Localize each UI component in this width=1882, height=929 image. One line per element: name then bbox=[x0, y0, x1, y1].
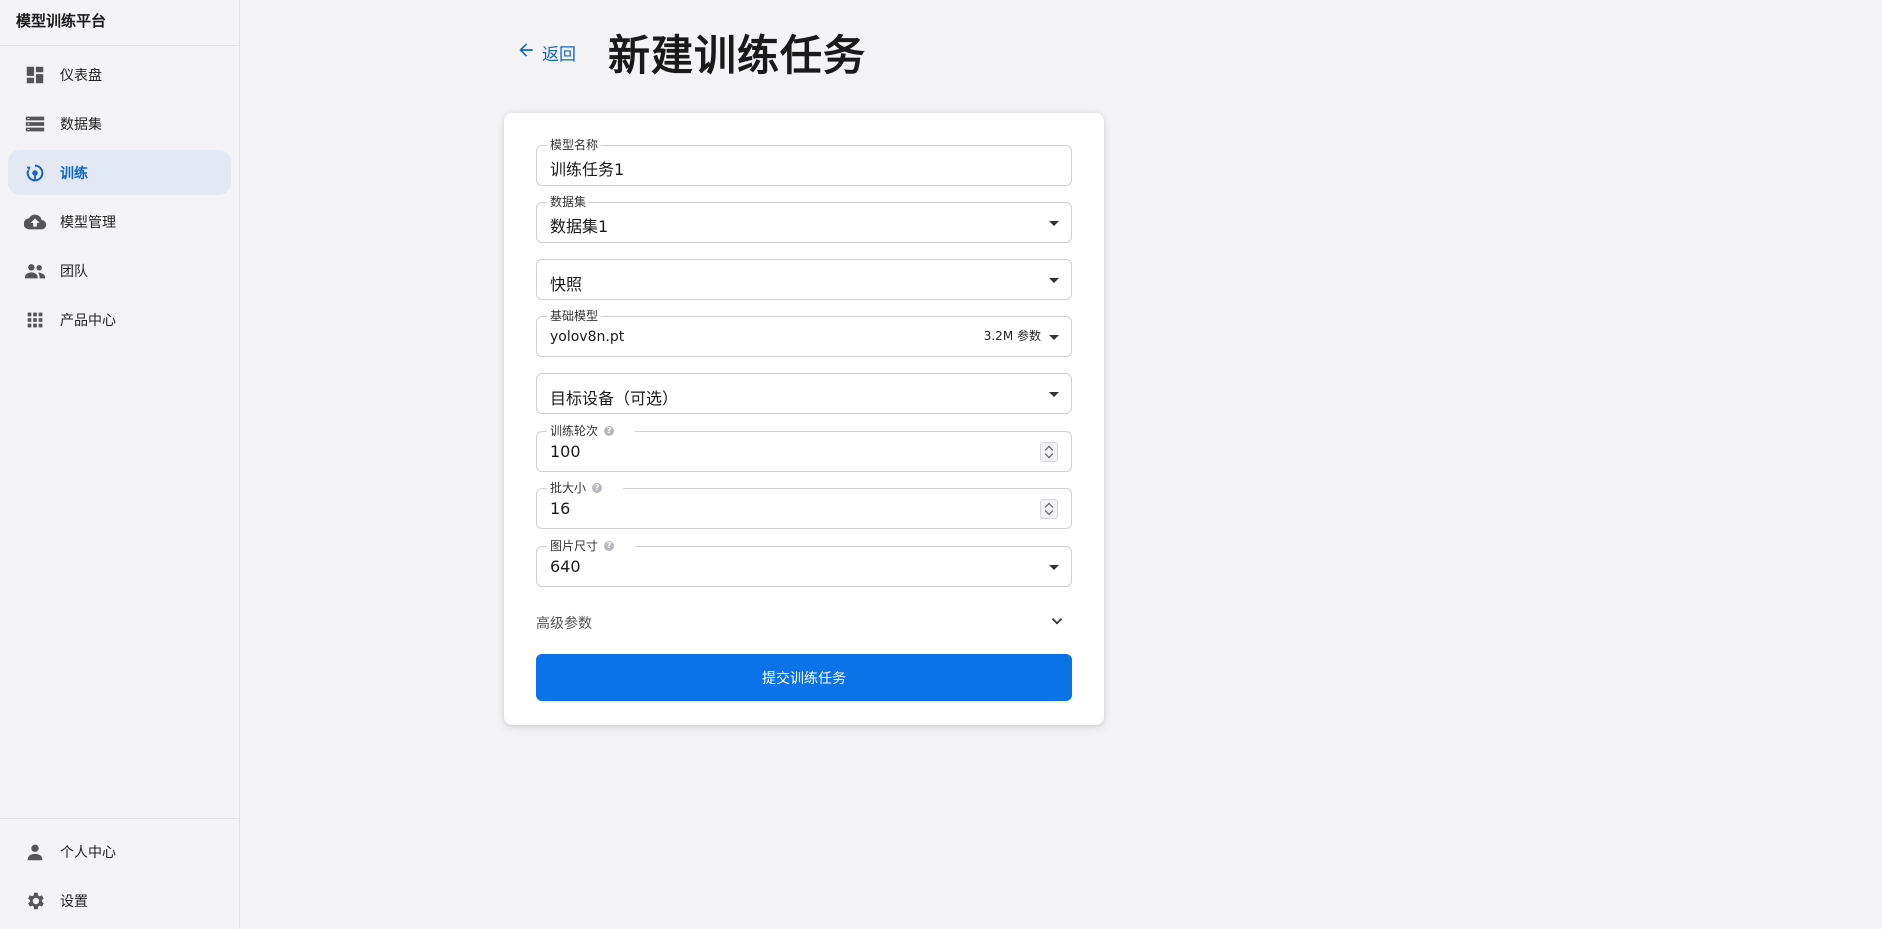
sidebar-item-label: 模型管理 bbox=[60, 214, 116, 231]
help-icon[interactable]: ? bbox=[604, 541, 615, 551]
sidebar-nav: 仪表盘 数据集 训练 模型管理 团队 产品中心 bbox=[0, 46, 239, 342]
image-size-select[interactable]: 图片尺寸 ? 640 bbox=[536, 538, 1072, 587]
image-size-label-wrap: 图片尺寸 ? bbox=[547, 538, 636, 554]
number-stepper-icon[interactable] bbox=[1040, 499, 1058, 519]
dataset-select[interactable]: 数据集 数据集1 bbox=[536, 194, 1072, 243]
batch-size-field[interactable]: 批大小 ? 16 bbox=[536, 480, 1072, 529]
sidebar-item-label: 产品中心 bbox=[60, 312, 116, 329]
dropdown-caret-icon bbox=[1049, 221, 1059, 226]
sidebar: 模型训练平台 仪表盘 数据集 训练 模型管理 团队 产品中心 个人中心 设置 bbox=[0, 0, 240, 929]
sidebar-item-label: 数据集 bbox=[60, 116, 102, 133]
epochs-input[interactable]: 100 bbox=[550, 442, 581, 461]
sidebar-item-label: 设置 bbox=[60, 893, 88, 910]
epochs-label-wrap: 训练轮次 ? bbox=[547, 423, 636, 439]
base-model-label: 基础模型 bbox=[547, 308, 602, 324]
app-title: 模型训练平台 bbox=[0, 0, 239, 46]
submit-training-button[interactable]: 提交训练任务 bbox=[536, 654, 1072, 701]
sidebar-item-dataset[interactable]: 数据集 bbox=[8, 101, 231, 146]
dropdown-caret-icon bbox=[1049, 392, 1059, 397]
base-model-params-note: 3.2M 参数 bbox=[983, 329, 1041, 343]
sidebar-item-product-center[interactable]: 产品中心 bbox=[8, 297, 231, 342]
sidebar-item-label: 团队 bbox=[60, 263, 88, 280]
dashboard-icon bbox=[24, 64, 46, 86]
number-stepper-icon[interactable] bbox=[1040, 442, 1058, 462]
epochs-label: 训练轮次 bbox=[550, 424, 599, 438]
person-icon bbox=[24, 841, 46, 863]
sidebar-item-label: 训练 bbox=[60, 165, 88, 182]
gear-icon bbox=[24, 890, 46, 912]
cloud-upload-icon bbox=[24, 211, 46, 233]
sidebar-item-settings[interactable]: 设置 bbox=[8, 878, 231, 923]
snapshot-select[interactable]: 快照 bbox=[536, 259, 1072, 300]
sidebar-item-label: 仪表盘 bbox=[60, 67, 102, 84]
help-icon[interactable]: ? bbox=[604, 426, 615, 436]
training-icon bbox=[24, 162, 46, 184]
model-name-label: 模型名称 bbox=[547, 137, 602, 153]
sidebar-item-model-management[interactable]: 模型管理 bbox=[8, 199, 231, 244]
sidebar-bottom-nav: 个人中心 设置 bbox=[0, 818, 239, 929]
batch-size-input[interactable]: 16 bbox=[550, 499, 570, 518]
model-name-input[interactable]: 训练任务1 bbox=[550, 156, 624, 180]
advanced-params-toggle[interactable]: 高级参数 bbox=[536, 611, 1072, 635]
target-device-select[interactable]: 目标设备（可选） bbox=[536, 373, 1072, 414]
batch-size-label: 批大小 bbox=[550, 481, 587, 495]
dropdown-caret-icon bbox=[1049, 278, 1059, 283]
sidebar-item-profile[interactable]: 个人中心 bbox=[8, 829, 231, 874]
back-link[interactable]: 返回 bbox=[516, 40, 576, 65]
base-model-select[interactable]: 基础模型 yolov8n.pt 3.2M 参数 bbox=[536, 308, 1072, 357]
image-size-value: 640 bbox=[550, 557, 581, 576]
sidebar-item-dashboard[interactable]: 仪表盘 bbox=[8, 52, 231, 97]
team-icon bbox=[24, 260, 46, 282]
target-device-placeholder: 目标设备（可选） bbox=[550, 389, 679, 408]
batch-size-label-wrap: 批大小 ? bbox=[547, 480, 624, 496]
snapshot-placeholder: 快照 bbox=[550, 275, 583, 294]
dropdown-caret-icon bbox=[1049, 565, 1059, 570]
advanced-params-label: 高级参数 bbox=[536, 616, 592, 632]
arrow-left-icon bbox=[516, 40, 542, 65]
sidebar-item-training[interactable]: 训练 bbox=[8, 150, 231, 195]
chevron-down-icon bbox=[1048, 612, 1072, 634]
base-model-value: yolov8n.pt bbox=[550, 329, 625, 345]
dataset-icon bbox=[24, 113, 46, 135]
model-name-field[interactable]: 模型名称 训练任务1 bbox=[536, 137, 1072, 186]
help-icon[interactable]: ? bbox=[592, 483, 603, 493]
back-label: 返回 bbox=[542, 45, 576, 65]
image-size-label: 图片尺寸 bbox=[550, 539, 599, 553]
page-title: 新建训练任务 bbox=[608, 31, 867, 80]
dataset-label: 数据集 bbox=[547, 194, 590, 210]
dataset-value: 数据集1 bbox=[550, 217, 609, 236]
sidebar-item-team[interactable]: 团队 bbox=[8, 248, 231, 293]
training-form-card: 模型名称 训练任务1 数据集 数据集1 快照 基础模型 yolov8n.pt 3… bbox=[504, 113, 1104, 725]
dropdown-caret-icon bbox=[1049, 335, 1059, 340]
sidebar-item-label: 个人中心 bbox=[60, 844, 116, 861]
apps-grid-icon bbox=[24, 309, 46, 331]
epochs-field[interactable]: 训练轮次 ? 100 bbox=[536, 423, 1072, 472]
